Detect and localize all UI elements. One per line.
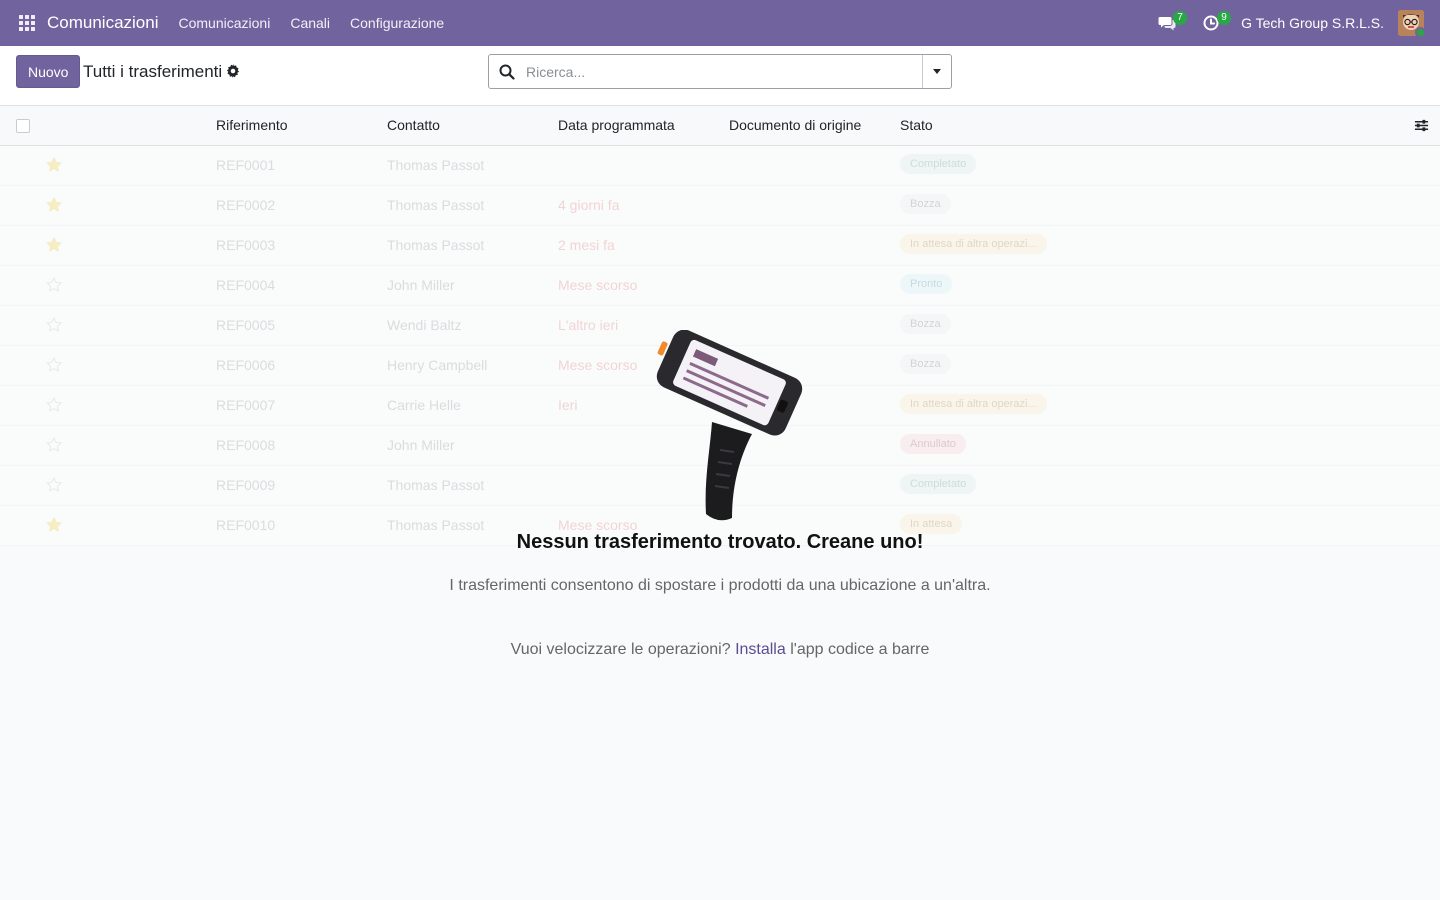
star-filled-icon[interactable] bbox=[46, 157, 62, 173]
list-header: Riferimento Contatto Data programmata Do… bbox=[0, 106, 1440, 146]
install-barcode-link[interactable]: Installa bbox=[735, 641, 786, 658]
control-panel: Nuovo Tutti i trasferimenti bbox=[0, 46, 1440, 106]
company-switcher[interactable]: G Tech Group S.R.L.S. bbox=[1241, 15, 1384, 31]
menu-comunicazioni[interactable]: Comunicazioni bbox=[179, 15, 271, 31]
status-badge: Annullato bbox=[900, 434, 966, 454]
column-header-data-programmata[interactable]: Data programmata bbox=[558, 117, 675, 133]
cell-reference: REF0005 bbox=[216, 317, 276, 333]
cell-contact: John Miller bbox=[387, 277, 455, 293]
cell-contact: Thomas Passot bbox=[387, 197, 485, 213]
status-badge: Bozza bbox=[900, 194, 951, 214]
cell-scheduled-date: 4 giorni fa bbox=[558, 197, 620, 213]
cell-reference: REF0004 bbox=[216, 277, 276, 293]
activities-button[interactable]: 9 bbox=[1197, 9, 1232, 37]
cell-reference: REF0009 bbox=[216, 477, 276, 493]
cta-prefix: Vuoi velocizzare le operazioni? bbox=[510, 641, 731, 658]
table-row[interactable]: REF0001 Thomas Passot Completato bbox=[0, 146, 1440, 186]
table-row[interactable]: REF0002 Thomas Passot 4 giorni fa Bozza bbox=[0, 186, 1440, 226]
search-icon bbox=[499, 64, 515, 80]
status-badge: In attesa di altra operazi... bbox=[900, 234, 1047, 254]
column-header-stato[interactable]: Stato bbox=[900, 117, 933, 133]
star-empty-icon[interactable] bbox=[46, 277, 62, 293]
cell-reference: REF0003 bbox=[216, 237, 276, 253]
user-avatar[interactable] bbox=[1398, 10, 1424, 36]
cell-scheduled-date: L'altro ieri bbox=[558, 317, 619, 333]
cell-contact: Carrie Helle bbox=[387, 397, 461, 413]
search-input[interactable] bbox=[526, 63, 906, 80]
status-badge: Pronto bbox=[900, 274, 953, 294]
empty-state-description: I trasferimenti consentono di spostare i… bbox=[449, 577, 991, 594]
cell-contact: Thomas Passot bbox=[387, 157, 485, 173]
app-grid-icon[interactable] bbox=[18, 14, 36, 32]
cell-scheduled-date: Mese scorso bbox=[558, 277, 638, 293]
menu-canali[interactable]: Canali bbox=[290, 15, 330, 31]
cell-contact: Thomas Passot bbox=[387, 237, 485, 253]
star-filled-icon[interactable] bbox=[46, 237, 62, 253]
messages-button[interactable]: 7 bbox=[1153, 9, 1188, 37]
new-button[interactable]: Nuovo bbox=[16, 55, 81, 88]
select-all-checkbox[interactable] bbox=[16, 119, 30, 133]
column-header-riferimento[interactable]: Riferimento bbox=[216, 117, 288, 133]
status-badge: In attesa di altra operazi... bbox=[900, 394, 1047, 414]
star-empty-icon[interactable] bbox=[46, 357, 62, 373]
cta-suffix: l'app codice a barre bbox=[790, 641, 930, 658]
cell-contact: Henry Campbell bbox=[387, 357, 488, 373]
page-title[interactable]: Tutti i trasferimenti bbox=[83, 62, 222, 82]
menu-configurazione[interactable]: Configurazione bbox=[350, 15, 444, 31]
cell-reference: REF0007 bbox=[216, 397, 276, 413]
cell-scheduled-date: Mese scorso bbox=[558, 357, 638, 373]
navbar-systray: 7 9 G Tech Group S.R.L.S. bbox=[1153, 0, 1424, 46]
online-status-dot bbox=[1415, 27, 1424, 36]
star-empty-icon[interactable] bbox=[46, 317, 62, 333]
cell-contact: Thomas Passot bbox=[387, 477, 485, 493]
star-empty-icon[interactable] bbox=[46, 477, 62, 493]
cell-reference: REF0001 bbox=[216, 157, 276, 173]
chevron-down-icon bbox=[933, 69, 941, 74]
cell-reference: REF0002 bbox=[216, 197, 276, 213]
status-badge: Completato bbox=[900, 154, 977, 174]
cell-scheduled-date: Ieri bbox=[558, 397, 578, 413]
search-options-toggle[interactable] bbox=[922, 55, 951, 88]
status-badge: Bozza bbox=[900, 354, 951, 374]
column-header-contatto[interactable]: Contatto bbox=[387, 117, 440, 133]
column-header-documento-origine[interactable]: Documento di origine bbox=[729, 117, 861, 133]
status-badge: Completato bbox=[900, 474, 977, 494]
status-badge: Bozza bbox=[900, 314, 951, 334]
table-row[interactable]: REF0004 John Miller Mese scorso Pronto bbox=[0, 266, 1440, 306]
cell-scheduled-date: 2 mesi fa bbox=[558, 237, 615, 253]
empty-state-title: Nessun trasferimento trovato. Creane uno… bbox=[516, 531, 924, 553]
activities-count-badge: 9 bbox=[1217, 11, 1232, 25]
cell-contact: Wendi Baltz bbox=[387, 317, 462, 333]
optional-columns-sliders-icon[interactable] bbox=[1414, 118, 1429, 133]
gear-icon[interactable] bbox=[226, 64, 240, 78]
star-empty-icon[interactable] bbox=[46, 437, 62, 453]
cell-reference: REF0006 bbox=[216, 357, 276, 373]
empty-state-cta: Vuoi velocizzare le operazioni? Installa… bbox=[0, 641, 1440, 659]
table-row[interactable]: REF0003 Thomas Passot 2 mesi fa In attesa d… bbox=[0, 226, 1440, 266]
star-empty-icon[interactable] bbox=[46, 397, 62, 413]
cell-contact: John Miller bbox=[387, 437, 455, 453]
barcode-scanner-illustration bbox=[656, 330, 803, 521]
messages-count-badge: 7 bbox=[1173, 11, 1188, 25]
app-name[interactable]: Comunicazioni bbox=[47, 13, 159, 33]
search-bar bbox=[488, 54, 952, 89]
cell-reference: REF0008 bbox=[216, 437, 276, 453]
top-navbar: Comunicazioni Comunicazioni Canali Confi… bbox=[0, 0, 1440, 46]
star-filled-icon[interactable] bbox=[46, 197, 62, 213]
